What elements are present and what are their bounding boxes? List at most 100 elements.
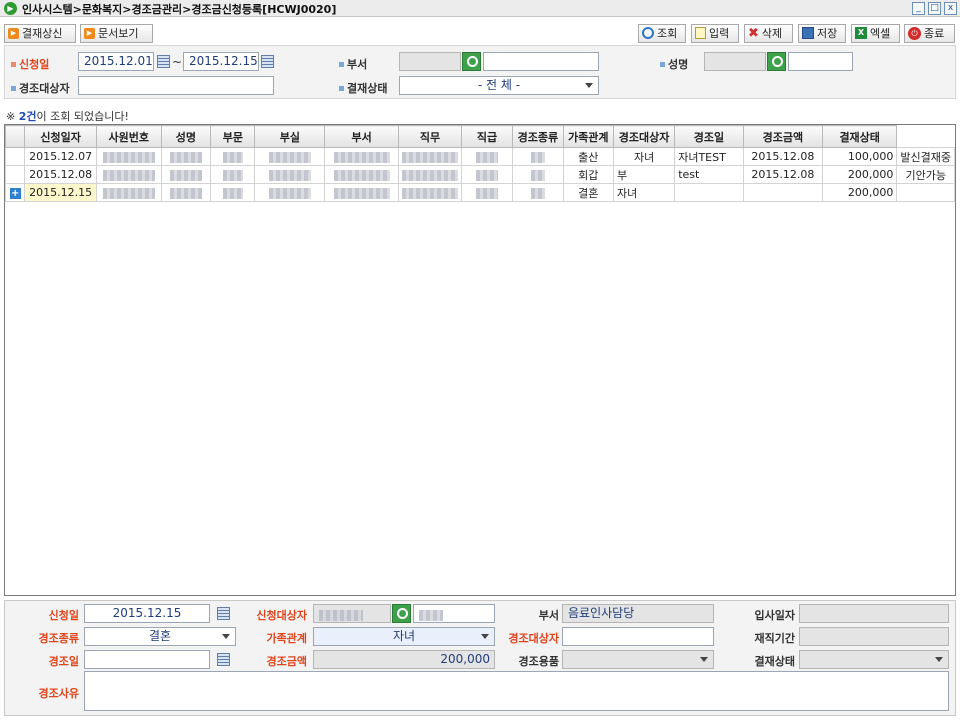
cell-dept-redacted[interactable] — [324, 165, 399, 184]
delete-button[interactable]: ✖ 삭제 — [744, 24, 793, 43]
col-header-division[interactable]: 부문 — [210, 125, 256, 148]
target-input[interactable] — [78, 76, 274, 95]
calendar-icon[interactable] — [261, 55, 274, 68]
employee-search-icon[interactable] — [767, 52, 786, 71]
cell-status[interactable] — [896, 183, 955, 202]
results-grid[interactable]: 신청일자 사원번호 성명 부문 부실 부서 직무 직급 경조종류 가족관계 경조… — [4, 124, 956, 596]
cell-dept-redacted[interactable] — [324, 183, 399, 202]
cell-apply-date[interactable]: 2015.12.07 — [24, 147, 97, 166]
cell-rank-redacted[interactable] — [512, 183, 564, 202]
table-row[interactable]: 2015.12.07 출산 자녀 자녀TEST 2015.12.08 100,0… — [5, 147, 955, 166]
calendar-icon[interactable] — [157, 55, 170, 68]
date-from-input[interactable]: 2015.12.01 — [78, 52, 154, 71]
cell-division-redacted[interactable] — [210, 183, 256, 202]
maximize-button[interactable]: □ — [928, 2, 941, 15]
applicant-name-input[interactable] — [413, 604, 495, 623]
cell-office-redacted[interactable] — [254, 147, 326, 166]
approval-status-select[interactable] — [799, 650, 949, 669]
cell-office-redacted[interactable] — [254, 165, 326, 184]
cell-relation[interactable]: 자녀 — [613, 183, 676, 202]
cell-status[interactable]: 기안가능 — [896, 165, 955, 184]
cell-relation[interactable]: 자녀 — [613, 147, 676, 166]
col-header-rank[interactable]: 직급 — [460, 125, 514, 148]
cell-event-date[interactable]: 2015.12.08 — [742, 165, 823, 184]
exit-button[interactable]: ⏻ 종료 — [904, 24, 955, 43]
date-to-input[interactable]: 2015.12.15 — [183, 52, 259, 71]
col-header-dept[interactable]: 부서 — [324, 125, 399, 148]
cell-name-redacted[interactable] — [160, 183, 212, 202]
col-header-relation[interactable]: 가족관계 — [562, 125, 615, 148]
cell-amount[interactable]: 200,000 — [821, 165, 898, 184]
employee-name-input[interactable] — [788, 52, 853, 71]
cell-event-type[interactable]: 회갑 — [562, 165, 615, 184]
event-type-select[interactable]: 결혼 — [84, 627, 236, 646]
cell-dept-redacted[interactable] — [324, 147, 399, 166]
apply-date-input[interactable]: 2015.12.15 — [84, 604, 210, 623]
excel-button[interactable]: X 엑셀 — [851, 24, 900, 43]
cell-office-redacted[interactable] — [254, 183, 326, 202]
col-header-duty[interactable]: 직무 — [397, 125, 462, 148]
cell-division-redacted[interactable] — [210, 147, 256, 166]
dept-name-input[interactable] — [483, 52, 599, 71]
cell-event-date[interactable] — [742, 183, 823, 202]
cell-apply-date[interactable]: 2015.12.08 — [24, 165, 97, 184]
cell-duty-redacted[interactable] — [397, 165, 462, 184]
col-header-status[interactable]: 결재상태 — [821, 125, 898, 148]
reason-textarea[interactable] — [84, 671, 949, 711]
cell-target[interactable]: 자녀TEST — [674, 147, 744, 166]
target-input[interactable] — [562, 627, 714, 646]
cell-amount[interactable]: 100,000 — [821, 147, 898, 166]
col-header-amount[interactable]: 경조금액 — [742, 125, 823, 148]
col-header-office[interactable]: 부실 — [254, 125, 326, 148]
table-row[interactable]: 2015.12.08 회갑 부 test 2015.12.08 200,000 … — [5, 165, 955, 184]
edit-icon — [695, 27, 706, 39]
applicant-search-icon[interactable] — [392, 604, 411, 623]
cell-duty-redacted[interactable] — [460, 183, 514, 202]
approve-submit-button[interactable]: ▶ 결재상신 — [4, 24, 76, 43]
search-panel: 신청일 2015.12.01 ~ 2015.12.15 부서 성명 경조대상자 … — [4, 45, 956, 99]
cell-event-date[interactable]: 2015.12.08 — [742, 147, 823, 166]
cell-employee-no-redacted[interactable] — [95, 147, 162, 166]
cell-name-redacted[interactable] — [160, 147, 212, 166]
cell-employee-no-redacted[interactable] — [95, 183, 162, 202]
cell-duty-redacted[interactable] — [397, 147, 462, 166]
cell-rank-redacted[interactable] — [512, 165, 564, 184]
cell-amount[interactable]: 200,000 — [821, 183, 898, 202]
search-button[interactable]: 조회 — [638, 24, 686, 43]
col-header-event-date[interactable]: 경조일 — [674, 125, 744, 148]
cell-duty-redacted[interactable] — [460, 165, 514, 184]
table-row-selected[interactable]: + 2015.12.15 결혼 자녀 200,000 — [5, 183, 955, 202]
cell-rank-redacted[interactable] — [512, 147, 564, 166]
cell-division-redacted[interactable] — [210, 165, 256, 184]
cell-event-type[interactable]: 결혼 — [562, 183, 615, 202]
col-header-event-type[interactable]: 경조종류 — [512, 125, 564, 148]
calendar-icon[interactable] — [217, 653, 230, 666]
save-button[interactable]: 저장 — [798, 24, 846, 43]
status-select[interactable]: - 전 체 - — [399, 76, 599, 95]
cell-status[interactable]: 발신결재중 — [896, 147, 955, 166]
cell-duty-redacted[interactable] — [397, 183, 462, 202]
dept-search-icon[interactable] — [462, 52, 481, 71]
col-header-name[interactable]: 성명 — [160, 125, 212, 148]
cell-target[interactable] — [674, 183, 744, 202]
col-header-target[interactable]: 경조대상자 — [613, 125, 676, 148]
cell-event-type[interactable]: 출산 — [562, 147, 615, 166]
cell-target[interactable]: test — [674, 165, 744, 184]
col-header-employee-no[interactable]: 사원번호 — [95, 125, 162, 148]
cell-employee-no-redacted[interactable] — [95, 165, 162, 184]
minimize-button[interactable]: _ — [912, 2, 925, 15]
cell-apply-date[interactable]: 2015.12.15 — [24, 183, 97, 202]
document-view-button[interactable]: ▶ 문서보기 — [80, 24, 153, 43]
input-button[interactable]: 입력 — [691, 24, 739, 43]
goods-select[interactable] — [562, 650, 714, 669]
relation-select[interactable]: 자녀 — [313, 627, 495, 646]
event-date-input[interactable] — [84, 650, 210, 669]
target-label: 경조대상자 — [508, 632, 559, 645]
close-button[interactable]: x — [944, 2, 957, 15]
calendar-icon[interactable] — [217, 607, 230, 620]
cell-relation[interactable]: 부 — [613, 165, 676, 184]
col-header-apply-date[interactable]: 신청일자 — [24, 125, 97, 148]
cell-name-redacted[interactable] — [160, 165, 212, 184]
plus-icon[interactable]: + — [9, 188, 21, 199]
cell-duty-redacted[interactable] — [460, 147, 514, 166]
